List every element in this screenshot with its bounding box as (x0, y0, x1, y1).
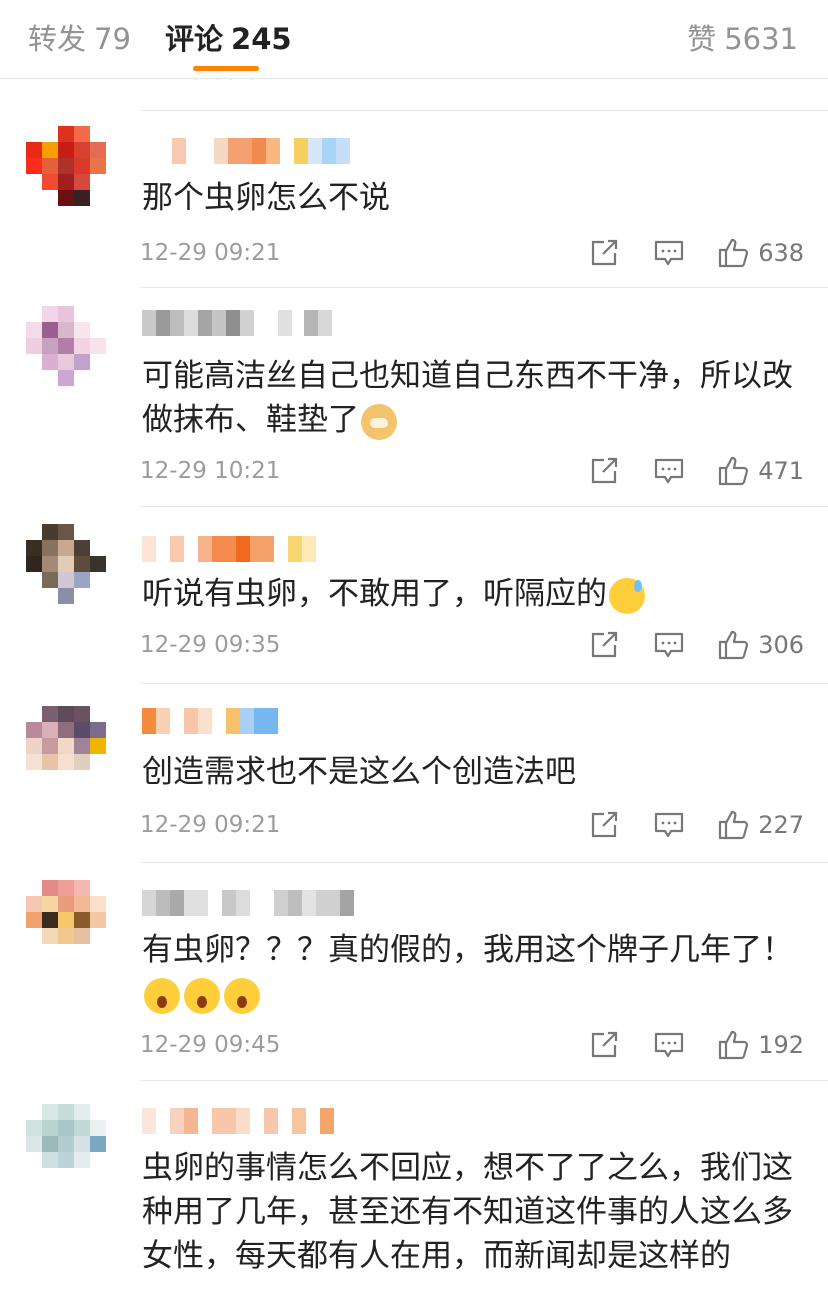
like-count: 471 (758, 457, 804, 485)
share-icon (592, 1031, 618, 1058)
divider (140, 683, 828, 684)
comment-text: 可能高洁丝自己也知道自己东西不干净，所以改做抹布、鞋垫了 (142, 354, 802, 442)
thumbs-up-icon (719, 456, 749, 486)
username-redacted[interactable] (142, 138, 350, 166)
comment-actions: 471 (556, 456, 804, 486)
comment-tabs: 转发 79 评论 245 赞 5631 (0, 0, 828, 79)
comment-time: 12-29 09:35 (140, 632, 281, 658)
divider (140, 287, 828, 288)
avatar[interactable] (26, 126, 106, 206)
tab-comments[interactable]: 评论 245 (165, 16, 292, 58)
comment-body: 可能高洁丝自己也知道自己东西不干净，所以改做抹布、鞋垫了 (142, 358, 793, 438)
username-redacted[interactable] (142, 536, 316, 564)
like-button[interactable]: 471 (718, 456, 804, 486)
shocked-emoji-icon (144, 977, 180, 1014)
comment-actions: 306 (556, 630, 804, 660)
comment-actions: 227 (556, 810, 804, 840)
comment-meta: 12-29 09:45 192 (140, 1030, 804, 1066)
comment-time: 12-29 09:21 (140, 812, 281, 838)
like-count: 638 (758, 239, 804, 267)
username-redacted[interactable] (142, 890, 354, 918)
comment-meta: 12-29 09:21 227 (140, 810, 804, 846)
doge-emoji-icon (361, 403, 397, 440)
avatar[interactable] (26, 306, 106, 386)
tab-likes-count: 5631 (724, 22, 798, 56)
comment-text: 听说有虫卵，不敢用了，听隔应的 (142, 572, 802, 616)
tab-reposts-label: 转发 (28, 22, 87, 56)
comment-text: 创造需求也不是这么个创造法吧 (142, 754, 576, 790)
bottom-edge (0, 1285, 828, 1297)
comment-icon (655, 632, 684, 658)
share-button[interactable] (590, 811, 620, 839)
like-count: 192 (758, 1031, 804, 1059)
tab-likes[interactable]: 赞 5631 (687, 16, 798, 58)
reply-button[interactable] (654, 1031, 684, 1059)
comment-actions: 192 (556, 1030, 804, 1060)
reply-button[interactable] (654, 239, 684, 267)
comment-icon (655, 1032, 684, 1058)
tab-reposts[interactable]: 转发 79 (28, 16, 131, 58)
comment-meta: 12-29 09:21 638 (140, 238, 804, 274)
thumbs-up-icon (719, 1030, 749, 1060)
share-icon (592, 811, 618, 838)
sweat-emoji-icon (609, 577, 645, 614)
comment-time: 12-29 10:21 (140, 458, 281, 484)
share-icon (592, 457, 618, 484)
username-redacted[interactable] (142, 310, 332, 338)
share-icon (592, 239, 618, 266)
active-tab-indicator (193, 66, 259, 71)
comment-meta: 12-29 09:35 306 (140, 630, 804, 666)
avatar[interactable] (26, 1104, 106, 1184)
reply-button[interactable] (654, 457, 684, 485)
divider (140, 1080, 828, 1081)
comment-body: 有虫卵？？？真的假的，我用这个牌子几年了！ (142, 932, 793, 968)
divider (140, 110, 828, 111)
comment-time: 12-29 09:45 (140, 1032, 281, 1058)
shocked-emoji-icon (184, 977, 220, 1014)
share-icon (592, 631, 618, 658)
like-button[interactable]: 638 (718, 238, 804, 268)
shocked-emoji-icon (224, 977, 260, 1014)
reply-button[interactable] (654, 811, 684, 839)
comment-actions: 638 (556, 238, 804, 268)
comment-text: 那个虫卵怎么不说 (142, 180, 390, 216)
like-button[interactable]: 306 (718, 630, 804, 660)
share-button[interactable] (590, 239, 620, 267)
like-count: 227 (758, 811, 804, 839)
divider (140, 862, 828, 863)
tab-comments-count: 245 (231, 22, 292, 56)
avatar[interactable] (26, 524, 106, 604)
comment-time: 12-29 09:21 (140, 240, 281, 266)
thumbs-up-icon (719, 810, 749, 840)
thumbs-up-icon (719, 238, 749, 268)
thumbs-up-icon (719, 630, 749, 660)
like-button[interactable]: 192 (718, 1030, 804, 1060)
comment-body: 听说有虫卵，不敢用了，听隔应的 (142, 576, 607, 612)
share-button[interactable] (590, 631, 620, 659)
avatar[interactable] (26, 706, 106, 786)
comment-icon (655, 812, 684, 838)
like-button[interactable]: 227 (718, 810, 804, 840)
tab-comments-label: 评论 (165, 22, 224, 56)
share-button[interactable] (590, 1031, 620, 1059)
tab-reposts-count: 79 (94, 22, 131, 56)
comment-meta: 12-29 10:21 471 (140, 456, 804, 492)
like-count: 306 (758, 631, 804, 659)
username-redacted[interactable] (142, 1108, 334, 1136)
tab-likes-label: 赞 (687, 22, 717, 56)
comment-icon (655, 458, 684, 484)
avatar[interactable] (26, 880, 106, 960)
share-button[interactable] (590, 457, 620, 485)
comment-text: 有虫卵？？？真的假的，我用这个牌子几年了！ (142, 928, 802, 1016)
reply-button[interactable] (654, 631, 684, 659)
username-redacted[interactable] (142, 708, 278, 736)
comment-icon (655, 240, 684, 266)
divider (140, 506, 828, 507)
comment-text: 虫卵的事情怎么不回应，想不了了之么，我们这种用了几年，甚至还有不知道这件事的人这… (142, 1150, 793, 1274)
